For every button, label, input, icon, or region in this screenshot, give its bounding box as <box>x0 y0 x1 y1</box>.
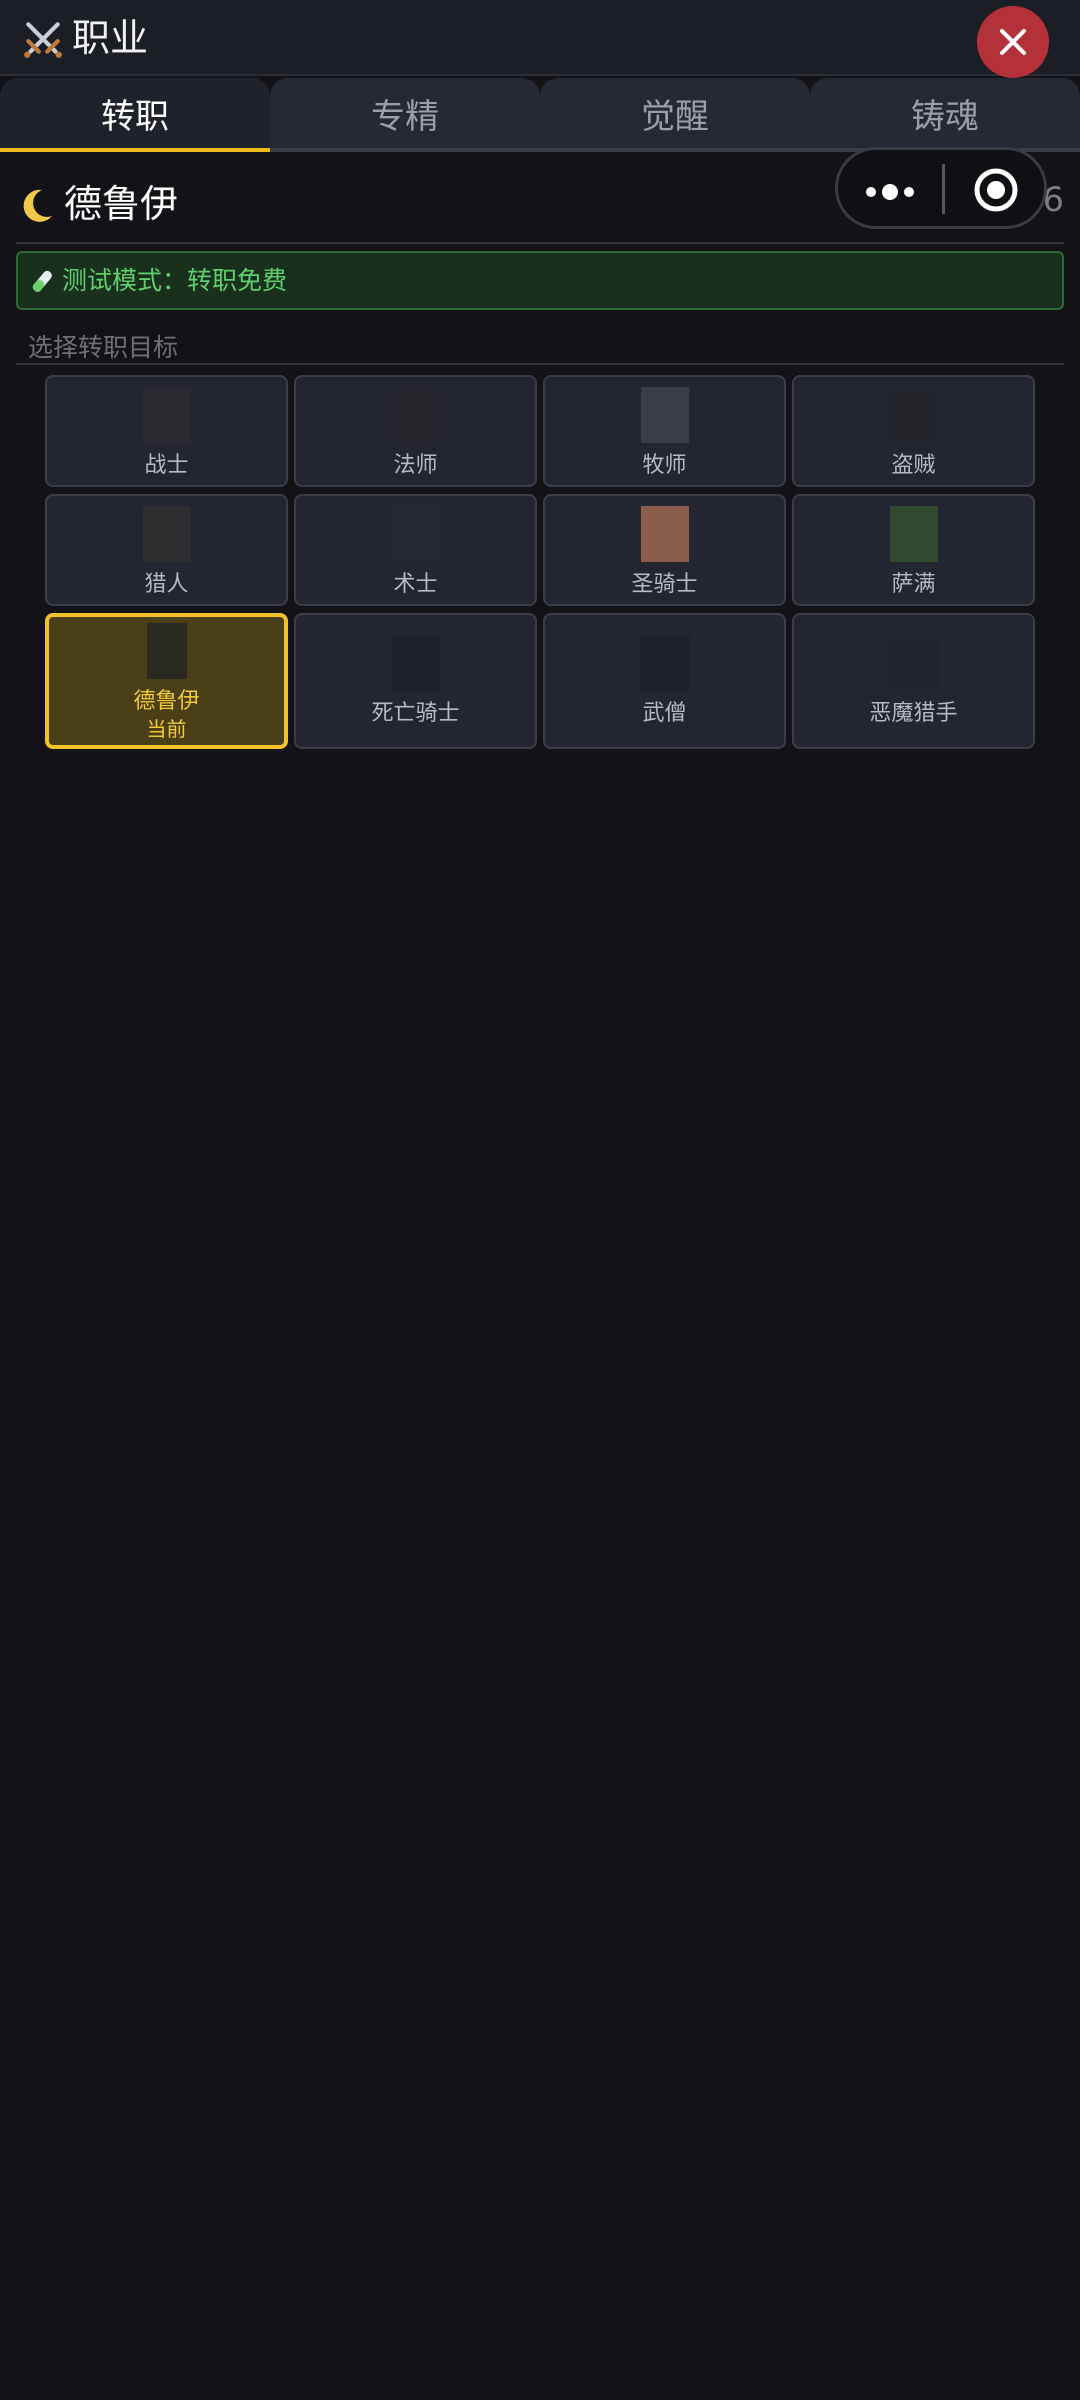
tab-awakening[interactable]: 觉醒 <box>540 78 810 152</box>
class-thumbnail <box>142 506 191 562</box>
crossed-swords-icon <box>24 22 62 58</box>
header-bar: 职业 <box>0 0 1080 76</box>
class-name: 萨满 <box>891 572 936 597</box>
class-name: 圣骑士 <box>631 572 698 597</box>
divider <box>16 363 1064 365</box>
class-thumbnail <box>888 635 939 691</box>
class-thumbnail <box>639 635 690 691</box>
class-name: 德鲁伊 <box>133 689 200 714</box>
tab-bar: 转职 专精 觉醒 铸魂 <box>0 78 1080 152</box>
class-thumbnail <box>391 387 440 443</box>
class-card-druid[interactable]: 德鲁伊 当前 <box>45 613 288 749</box>
test-mode-notice: 测试模式：转职免费 <box>16 251 1064 310</box>
moon-icon <box>23 189 52 222</box>
class-card-shaman[interactable]: 萨满 <box>792 494 1035 606</box>
class-card-priest[interactable]: 牧师 <box>543 375 786 487</box>
current-class-name: 德鲁伊 <box>64 182 179 226</box>
class-card-warrior[interactable]: 战士 <box>45 375 288 487</box>
class-card-warlock[interactable]: 术士 <box>294 494 537 606</box>
class-card-hunter[interactable]: 猎人 <box>45 494 288 606</box>
class-name: 盗贼 <box>891 453 936 478</box>
divider <box>16 242 1064 244</box>
class-name: 武僧 <box>642 701 687 726</box>
section-label: 选择转职目标 <box>28 333 179 362</box>
page-title: 职业 <box>72 16 149 60</box>
class-thumbnail <box>390 635 441 691</box>
class-name: 术士 <box>393 572 438 597</box>
class-name: 战士 <box>144 453 189 478</box>
class-thumbnail <box>142 387 191 443</box>
capsule-divider <box>942 164 945 214</box>
class-thumbnail <box>146 623 187 679</box>
class-thumbnail <box>889 387 938 443</box>
class-name: 猎人 <box>144 572 189 597</box>
tab-soulforge[interactable]: 铸魂 <box>810 78 1080 152</box>
class-card-monk[interactable]: 武僧 <box>543 613 786 749</box>
class-name: 法师 <box>393 453 438 478</box>
class-card-rogue[interactable]: 盗贼 <box>792 375 1035 487</box>
close-button[interactable] <box>977 6 1049 78</box>
class-card-paladin[interactable]: 圣骑士 <box>543 494 786 606</box>
class-thumbnail <box>391 506 440 562</box>
class-name: 恶魔猎手 <box>869 701 958 726</box>
class-name: 死亡骑士 <box>371 701 460 726</box>
notice-text: 测试模式：转职免费 <box>62 266 288 295</box>
exit-target-icon[interactable] <box>973 167 1019 213</box>
class-card-mage[interactable]: 法师 <box>294 375 537 487</box>
class-card-death-knight[interactable]: 死亡骑士 <box>294 613 537 749</box>
close-icon <box>1000 29 1026 55</box>
class-name: 牧师 <box>642 453 687 478</box>
current-badge: 当前 <box>146 717 187 741</box>
test-tube-icon <box>32 270 52 292</box>
class-card-demon-hunter[interactable]: 恶魔猎手 <box>792 613 1035 749</box>
class-thumbnail <box>640 506 689 562</box>
class-thumbnail <box>889 506 938 562</box>
class-thumbnail <box>640 387 689 443</box>
tab-transfer[interactable]: 转职 <box>0 78 270 152</box>
miniprogram-capsule <box>835 147 1047 229</box>
tab-specialization[interactable]: 专精 <box>270 78 540 152</box>
